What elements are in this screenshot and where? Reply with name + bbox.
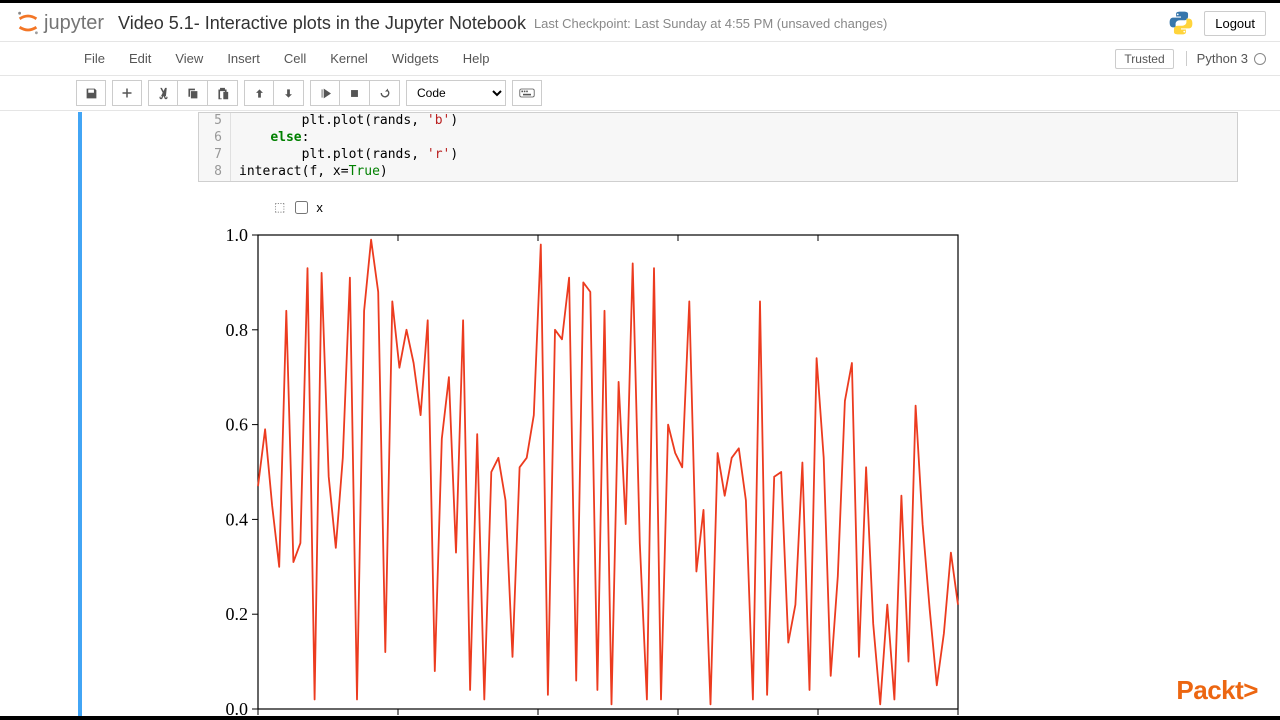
menu-cell[interactable]: Cell xyxy=(272,42,318,76)
kernel-indicator[interactable]: Python 3 xyxy=(1186,51,1266,66)
paste-button[interactable] xyxy=(208,80,238,106)
notebook-area: 5 plt.plot(rands, 'b')6 else:7 plt.plot(… xyxy=(0,112,1280,717)
bottom-bar xyxy=(0,716,1280,720)
svg-text:0.6: 0.6 xyxy=(226,414,249,434)
cursor-icon: ⬚ xyxy=(274,200,285,214)
notebook-title[interactable]: Video 5.1- Interactive plots in the Jupy… xyxy=(118,13,526,34)
notebook-header: jupyter Video 5.1- Interactive plots in … xyxy=(0,3,1280,42)
logout-button[interactable]: Logout xyxy=(1204,11,1266,36)
interact-widget: ⬚ x xyxy=(198,200,1238,215)
save-button[interactable] xyxy=(76,80,106,106)
move-up-button[interactable] xyxy=(244,80,274,106)
svg-text:0.2: 0.2 xyxy=(226,604,249,624)
trusted-indicator[interactable]: Trusted xyxy=(1115,49,1173,69)
svg-text:0.0: 0.0 xyxy=(226,699,249,717)
x-checkbox[interactable] xyxy=(295,201,308,214)
matplotlib-plot: 0.0 0.2 0.4 0.6 0.8 1.0 xyxy=(198,227,978,717)
cut-button[interactable] xyxy=(148,80,178,106)
packt-logo: Packt> xyxy=(1176,675,1258,706)
command-palette-button[interactable] xyxy=(512,80,542,106)
add-cell-button[interactable] xyxy=(112,80,142,106)
copy-button[interactable] xyxy=(178,80,208,106)
code-cell[interactable]: 5 plt.plot(rands, 'b')6 else:7 plt.plot(… xyxy=(78,112,1238,717)
svg-text:0.4: 0.4 xyxy=(226,509,249,529)
jupyter-icon xyxy=(14,9,42,37)
menu-view[interactable]: View xyxy=(163,42,215,76)
checkpoint-text: Last Checkpoint: Last Sunday at 4:55 PM … xyxy=(534,16,887,31)
menu-kernel[interactable]: Kernel xyxy=(318,42,380,76)
menu-file[interactable]: File xyxy=(14,42,117,76)
kernel-status-icon xyxy=(1254,53,1266,65)
cell-type-select[interactable]: Code xyxy=(406,80,506,106)
menu-edit[interactable]: Edit xyxy=(117,42,163,76)
run-button[interactable] xyxy=(310,80,340,106)
svg-text:1.0: 1.0 xyxy=(226,227,249,245)
move-down-button[interactable] xyxy=(274,80,304,106)
menu-insert[interactable]: Insert xyxy=(215,42,272,76)
interrupt-button[interactable] xyxy=(340,80,370,106)
toolbar: Code xyxy=(0,76,1280,111)
jupyter-logo[interactable]: jupyter xyxy=(14,9,104,37)
x-checkbox-label: x xyxy=(316,200,323,215)
menu-help[interactable]: Help xyxy=(451,42,502,76)
cell-output: ⬚ x 0.0 0.2 0.4 0.6 0.8 1.0 xyxy=(198,182,1238,717)
code-input[interactable]: 5 plt.plot(rands, 'b')6 else:7 plt.plot(… xyxy=(198,112,1238,182)
kernel-name: Python 3 xyxy=(1197,51,1248,66)
python-icon xyxy=(1168,10,1194,36)
menu-widgets[interactable]: Widgets xyxy=(380,42,451,76)
menubar: File Edit View Insert Cell Kernel Widget… xyxy=(0,42,1280,76)
restart-button[interactable] xyxy=(370,80,400,106)
svg-text:0.8: 0.8 xyxy=(226,319,249,339)
jupyter-logo-text: jupyter xyxy=(44,12,104,35)
